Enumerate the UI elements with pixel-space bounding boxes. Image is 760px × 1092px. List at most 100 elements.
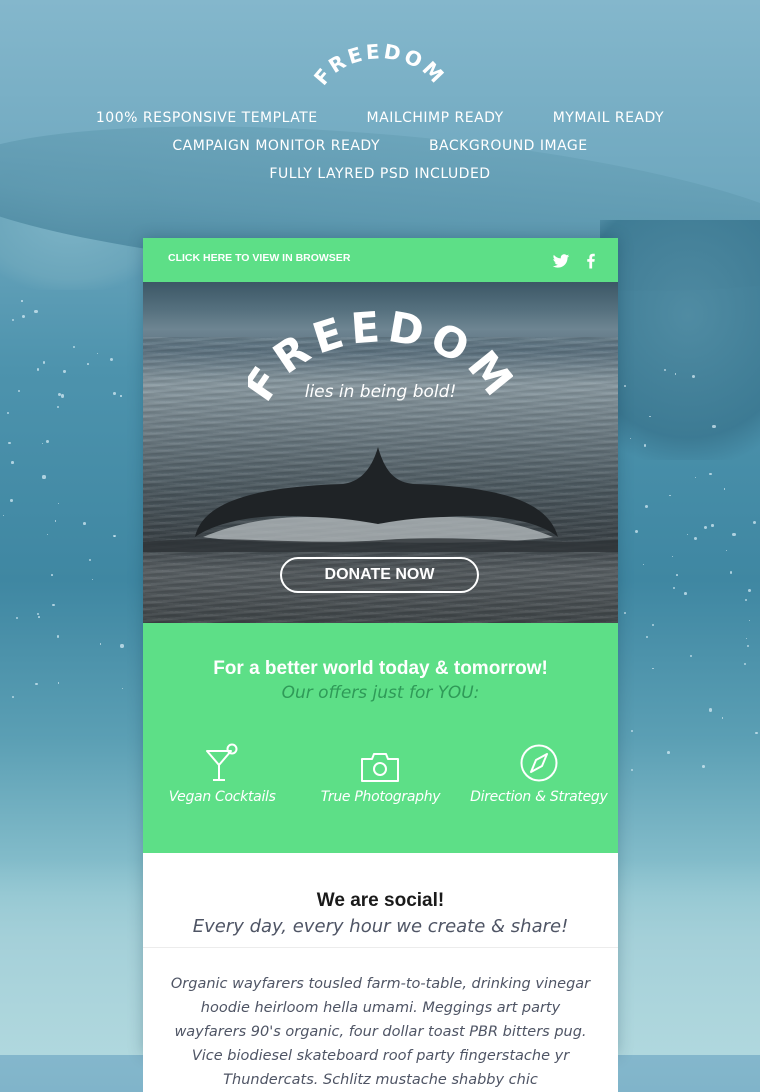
splash-dot — [11, 696, 14, 699]
splash-dot — [91, 579, 94, 581]
offers-subheading: Our offers just for YOU: — [281, 683, 480, 703]
splash-dot — [34, 309, 38, 313]
splash-dot — [36, 612, 39, 615]
splash-dot — [113, 534, 116, 538]
splash-dot — [746, 644, 750, 647]
splash-dot — [674, 373, 677, 375]
svg-text:FREEDOM: FREEDOM — [310, 39, 450, 90]
splash-dot — [643, 444, 647, 447]
twitter-icon[interactable] — [552, 252, 570, 270]
splash-dot — [63, 370, 66, 373]
splash-dot — [748, 620, 751, 622]
splash-dot — [683, 592, 687, 596]
splash-dot — [120, 644, 124, 648]
services-list: Vegan Cocktails True Photography Directi… — [143, 741, 618, 805]
email-template: CLICK HERE TO VIEW IN BROWSER FREEDOM li… — [143, 238, 618, 1092]
donate-button[interactable]: DONATE NOW — [280, 557, 479, 593]
feature-item: CAMPAIGN MONITOR READY — [172, 138, 380, 154]
splash-dot — [645, 636, 648, 639]
facebook-icon[interactable] — [582, 252, 600, 270]
hero-freedom-arc-title: FREEDOM — [248, 302, 513, 410]
offers-heading: For a better world today & tomorrow! — [213, 658, 548, 679]
feature-item: MYMAIL READY — [552, 110, 665, 126]
splash-dot — [667, 750, 671, 754]
service-vegan-cocktails[interactable]: Vegan Cocktails — [143, 741, 301, 805]
splash-dot — [630, 768, 633, 771]
splash-dot — [38, 616, 41, 618]
splash-dot — [34, 682, 38, 686]
features-row: CAMPAIGN MONITOR READY BACKGROUND IMAGE — [0, 132, 760, 160]
freedom-arc-logo: FREEDOM — [309, 39, 450, 90]
splash-dot — [652, 667, 655, 670]
splash-dot — [732, 533, 736, 537]
splash-dot — [634, 530, 638, 534]
service-true-photography[interactable]: True Photography — [301, 741, 459, 805]
features-list: 100% RESPONSIVE TEMPLATE MAILCHIMP READY… — [0, 104, 760, 188]
splash-dot — [2, 514, 4, 517]
splash-dot — [21, 300, 23, 302]
splash-dot — [669, 494, 672, 497]
splash-dot — [695, 477, 697, 479]
splash-dot — [748, 588, 752, 592]
feature-item: FULLY LAYRED PSD INCLUDED — [269, 166, 491, 182]
service-label: Vegan Cocktails — [168, 789, 276, 805]
feature-item: 100% RESPONSIVE TEMPLATE — [95, 110, 318, 126]
social-subheading: Every day, every hour we create & share! — [143, 916, 618, 948]
top-logo: FREEDOM — [309, 32, 450, 92]
background-whale-tail — [600, 220, 760, 460]
splash-dot — [708, 708, 713, 712]
splash-dot — [672, 586, 675, 589]
splash-dot — [109, 358, 113, 362]
splash-dot — [702, 765, 706, 768]
splash-dot — [57, 682, 60, 684]
splash-dot — [61, 394, 65, 398]
splash-dot — [642, 563, 645, 565]
compass-icon — [520, 744, 558, 782]
features-row: FULLY LAYRED PSD INCLUDED — [0, 160, 760, 188]
splash-dot — [725, 549, 727, 551]
splash-dot — [46, 534, 48, 536]
service-label: True Photography — [320, 789, 441, 805]
splash-dot — [88, 558, 91, 561]
splash-dot — [652, 623, 655, 626]
social-body-text: Organic wayfarers tousled farm-to-table,… — [170, 976, 591, 1088]
service-label: Direction & Strategy — [470, 789, 608, 805]
splash-dot — [755, 732, 758, 735]
view-in-browser-link[interactable]: CLICK HERE TO VIEW IN BROWSER — [168, 252, 350, 264]
splash-dot — [57, 405, 60, 408]
service-direction-strategy[interactable]: Direction & Strategy — [460, 741, 618, 805]
splash-dot — [17, 389, 21, 393]
splash-dot — [72, 346, 76, 349]
splash-dot — [729, 570, 733, 574]
splash-dot — [99, 643, 102, 646]
splash-dot — [113, 391, 116, 395]
camera-icon — [361, 753, 400, 782]
splash-dot — [16, 617, 19, 620]
splash-dot — [11, 461, 14, 464]
whale-tail-image — [143, 447, 618, 552]
email-topbar: CLICK HERE TO VIEW IN BROWSER — [143, 238, 618, 282]
hero-banner: FREEDOM lies in being bold! DONATE NOW — [143, 282, 618, 623]
features-row: 100% RESPONSIVE TEMPLATE MAILCHIMP READY… — [0, 104, 760, 132]
splash-dot — [689, 655, 692, 658]
splash-dot — [21, 314, 25, 319]
social-links — [552, 252, 600, 270]
splash-dot — [712, 424, 716, 429]
splash-dot — [686, 534, 689, 536]
splash-dot — [743, 663, 746, 666]
splash-dot — [83, 521, 87, 525]
splash-dot — [671, 556, 673, 558]
social-heading: We are social! — [316, 890, 445, 911]
splash-dot — [54, 520, 56, 522]
splash-dot — [96, 352, 99, 355]
splash-dot — [721, 717, 724, 719]
splash-dot — [51, 574, 53, 576]
splash-dot — [644, 504, 649, 508]
feature-item: MAILCHIMP READY — [366, 110, 504, 126]
splash-dot — [676, 574, 678, 576]
splash-dot — [11, 319, 14, 322]
splash-dot — [122, 687, 124, 690]
social-section: We are social! Every day, every hour we … — [143, 853, 618, 1092]
splash-dot — [42, 361, 46, 364]
splash-dot — [745, 638, 748, 640]
